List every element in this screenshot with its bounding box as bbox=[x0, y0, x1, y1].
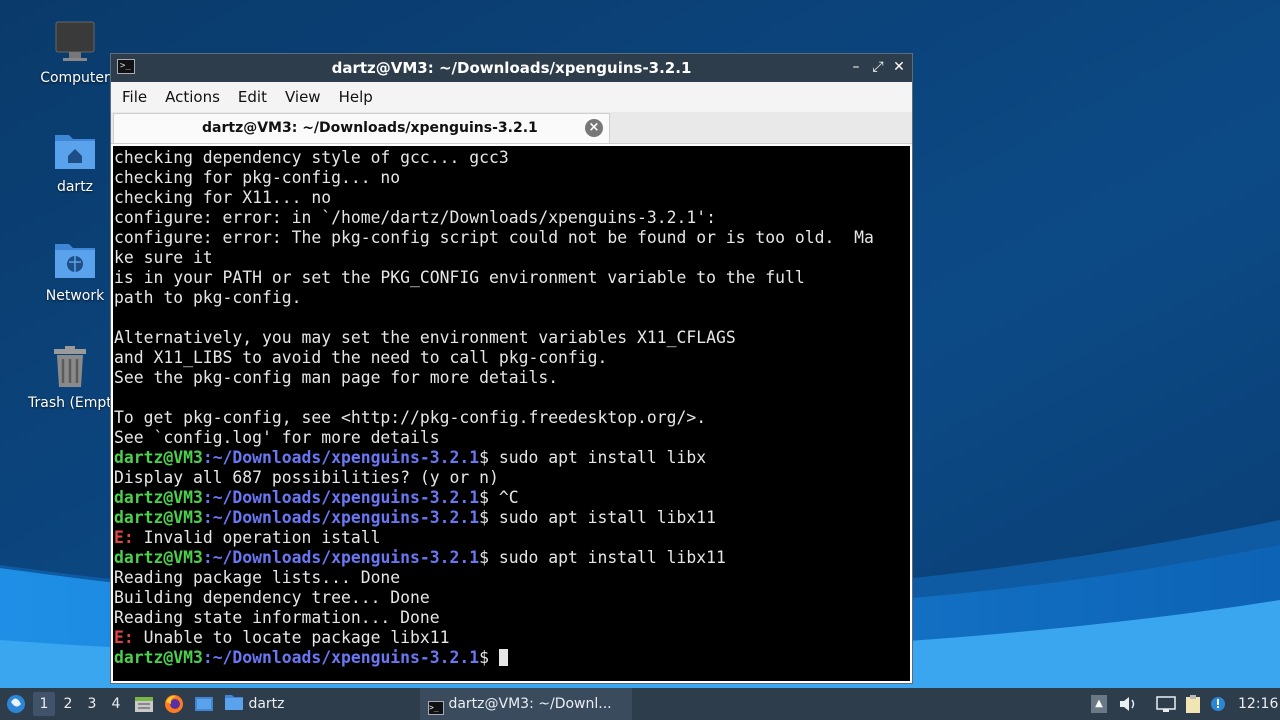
taskbar-window-terminal[interactable]: >_ dartz@VM3: ~/Downl... bbox=[420, 688, 632, 720]
prompt-symbol: $ bbox=[479, 508, 499, 527]
terminal-line: Reading state information... Done bbox=[114, 608, 440, 627]
terminal-icon: >_ bbox=[117, 59, 135, 74]
clock[interactable]: 12:16 bbox=[1238, 688, 1278, 720]
terminal-line: ke sure it bbox=[114, 248, 213, 267]
command-text: sudo apt install libx bbox=[498, 448, 707, 467]
terminal-icon: >_ bbox=[428, 701, 444, 715]
prompt-separator: : bbox=[202, 648, 213, 667]
terminal-line: dartz@VM3:~/Downloads/xpenguins-3.2.1$ bbox=[114, 648, 910, 668]
monitor-icon bbox=[53, 20, 97, 64]
terminal-line: dartz@VM3:~/Downloads/xpenguins-3.2.1$ s… bbox=[114, 448, 910, 468]
workspace-1[interactable]: 1 bbox=[33, 692, 55, 716]
workspace-3[interactable]: 3 bbox=[81, 688, 103, 720]
error-message: Invalid operation istall bbox=[133, 528, 381, 547]
prompt-separator: : bbox=[202, 488, 213, 507]
window-title: dartz@VM3: ~/Downloads/xpenguins-3.2.1 bbox=[331, 59, 692, 77]
terminal-line: is in your PATH or set the PKG_CONFIG en… bbox=[114, 268, 805, 287]
prompt-symbol: $ bbox=[479, 548, 499, 567]
prompt-path: ~/Downloads/xpenguins-3.2.1 bbox=[212, 548, 480, 567]
terminal-line: checking dependency style of gcc... gcc3 bbox=[114, 148, 509, 167]
terminal-line: checking for X11... no bbox=[114, 188, 332, 207]
terminal-line: To get pkg-config, see <http://pkg-confi… bbox=[114, 408, 707, 427]
terminal-line: dartz@VM3:~/Downloads/xpenguins-3.2.1$ s… bbox=[114, 508, 910, 528]
menu-view[interactable]: View bbox=[276, 88, 330, 106]
prompt-user: dartz@VM3 bbox=[114, 648, 203, 667]
prompt-symbol: $ bbox=[479, 448, 499, 467]
start-menu-button[interactable] bbox=[4, 688, 28, 720]
taskbar-window-label: dartz@VM3: ~/Downl... bbox=[448, 696, 612, 712]
prompt-symbol: $ bbox=[479, 648, 499, 667]
terminal-line: E: Unable to locate package libx11 bbox=[114, 628, 910, 648]
show-desktop-icon[interactable] bbox=[194, 694, 214, 714]
close-tab-icon[interactable]: × bbox=[585, 119, 603, 137]
terminal-line: checking for pkg-config... no bbox=[114, 168, 401, 187]
prompt-separator: : bbox=[202, 548, 213, 567]
prompt-path: ~/Downloads/xpenguins-3.2.1 bbox=[212, 648, 480, 667]
menu-help[interactable]: Help bbox=[330, 88, 382, 106]
prompt-path: ~/Downloads/xpenguins-3.2.1 bbox=[212, 508, 480, 527]
terminal-output[interactable]: checking dependency style of gcc... gcc3… bbox=[113, 146, 910, 681]
command-text: ^C bbox=[498, 488, 519, 507]
prompt-user: dartz@VM3 bbox=[114, 488, 203, 507]
terminal-line: dartz@VM3:~/Downloads/xpenguins-3.2.1$ ^… bbox=[114, 488, 910, 508]
command-text: sudo apt install libx11 bbox=[498, 548, 726, 567]
firefox-icon[interactable] bbox=[164, 694, 184, 714]
terminal-line: Building dependency tree... Done bbox=[114, 588, 430, 607]
trash-icon bbox=[48, 345, 92, 389]
prompt-path: ~/Downloads/xpenguins-3.2.1 bbox=[212, 448, 480, 467]
prompt-path: ~/Downloads/xpenguins-3.2.1 bbox=[212, 488, 480, 507]
file-manager-icon[interactable] bbox=[134, 694, 154, 714]
prompt-symbol: $ bbox=[479, 488, 499, 507]
command-text: sudo apt istall libx11 bbox=[498, 508, 716, 527]
terminal-line: dartz@VM3:~/Downloads/xpenguins-3.2.1$ s… bbox=[114, 548, 910, 568]
prompt-separator: : bbox=[202, 448, 213, 467]
terminal-line: E: Invalid operation istall bbox=[114, 528, 910, 548]
tab-label: dartz@VM3: ~/Downloads/xpenguins-3.2.1 bbox=[202, 120, 538, 136]
terminal-line: Reading package lists... Done bbox=[114, 568, 401, 587]
clipboard-icon[interactable] bbox=[1183, 694, 1203, 714]
terminal-line: configure: error: The pkg-config script … bbox=[114, 228, 874, 247]
error-message: Unable to locate package libx11 bbox=[133, 628, 450, 647]
terminal-cursor bbox=[498, 649, 508, 666]
menu-edit[interactable]: Edit bbox=[229, 88, 276, 106]
tab-bar: dartz@VM3: ~/Downloads/xpenguins-3.2.1 × bbox=[111, 112, 912, 144]
volume-icon[interactable] bbox=[1118, 694, 1138, 714]
workspace-4[interactable]: 4 bbox=[105, 688, 127, 720]
workspace-2[interactable]: 2 bbox=[57, 688, 79, 720]
menu-file[interactable]: File bbox=[113, 88, 156, 106]
error-label: E: bbox=[114, 628, 134, 647]
update-notifier-icon[interactable] bbox=[1209, 694, 1229, 714]
close-button[interactable]: ✕ bbox=[890, 58, 908, 76]
taskbar: 1 2 3 4 dartz >_ dartz@VM3: ~/Downl... ▲… bbox=[0, 688, 1280, 720]
terminal-line: See the pkg-config man page for more det… bbox=[114, 368, 559, 387]
terminal-line: and X11_LIBS to avoid the need to call p… bbox=[114, 348, 608, 367]
terminal-tab[interactable]: dartz@VM3: ~/Downloads/xpenguins-3.2.1 × bbox=[113, 113, 610, 143]
prompt-separator: : bbox=[202, 508, 213, 527]
taskbar-folder-label: dartz bbox=[248, 696, 285, 712]
taskbar-folder-dartz[interactable]: dartz bbox=[224, 688, 404, 720]
menu-actions[interactable]: Actions bbox=[156, 88, 229, 106]
terminal-line: See `config.log' for more details bbox=[114, 428, 440, 447]
minimize-button[interactable]: – bbox=[847, 58, 865, 76]
network-tray-icon[interactable] bbox=[1155, 694, 1176, 714]
maximize-button[interactable]: ⤢ bbox=[869, 58, 887, 76]
terminal-line: Alternatively, you may set the environme… bbox=[114, 328, 736, 347]
tray-up-arrow-icon[interactable]: ▲ bbox=[1091, 695, 1107, 713]
home-folder-icon bbox=[53, 129, 97, 173]
prompt-user: dartz@VM3 bbox=[114, 448, 203, 467]
terminal-window[interactable]: >_ dartz@VM3: ~/Downloads/xpenguins-3.2.… bbox=[110, 53, 913, 684]
terminal-line: Display all 687 possibilities? (y or n) bbox=[114, 468, 499, 487]
error-label: E: bbox=[114, 528, 134, 547]
prompt-user: dartz@VM3 bbox=[114, 548, 203, 567]
menubar: File Actions Edit View Help bbox=[111, 82, 912, 112]
terminal-line: configure: error: in `/home/dartz/Downlo… bbox=[114, 208, 716, 227]
network-folder-icon bbox=[53, 238, 97, 282]
prompt-user: dartz@VM3 bbox=[114, 508, 203, 527]
terminal-line: path to pkg-config. bbox=[114, 288, 302, 307]
folder-icon bbox=[225, 695, 243, 710]
lxqt-logo-icon bbox=[7, 695, 25, 713]
window-titlebar[interactable]: >_ dartz@VM3: ~/Downloads/xpenguins-3.2.… bbox=[111, 54, 912, 82]
